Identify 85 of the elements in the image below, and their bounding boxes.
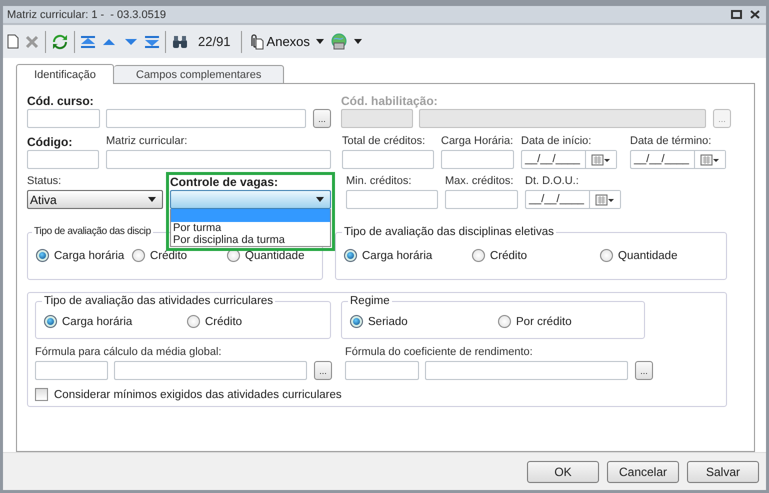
- field-label: Cód. curso:: [27, 94, 95, 109]
- text-field[interactable]: [114, 361, 307, 380]
- dropdown-caret-button[interactable]: [316, 39, 324, 44]
- radio-option[interactable]: Crédito: [187, 315, 330, 328]
- radio-icon[interactable]: [132, 249, 145, 262]
- checkbox[interactable]: [35, 388, 48, 401]
- field-label: Status:: [27, 175, 62, 189]
- text-field[interactable]: [106, 109, 306, 128]
- lookup-button[interactable]: ...: [313, 109, 331, 128]
- previous-record-icon[interactable]: [101, 36, 117, 46]
- field-label: Min. créditos:: [346, 175, 412, 189]
- field-label: Controle de vagas:: [170, 175, 280, 190]
- first-record-icon[interactable]: [81, 36, 95, 48]
- field-label: Data de término:: [630, 135, 712, 149]
- globe-printer-icon[interactable]: [330, 32, 348, 50]
- radio-option[interactable]: Quantidade: [600, 249, 726, 262]
- field-label: Cód. habilitação:: [341, 94, 439, 109]
- field-label: Total de créditos:: [342, 135, 426, 149]
- radio-icon[interactable]: [187, 315, 200, 328]
- close-button[interactable]: [750, 10, 760, 19]
- radio-icon[interactable]: [344, 249, 357, 262]
- text-field[interactable]: [445, 190, 518, 209]
- new-document-icon[interactable]: [7, 34, 19, 49]
- next-record-icon[interactable]: [123, 36, 139, 46]
- radio-option[interactable]: Crédito: [132, 249, 227, 262]
- radio-option[interactable]: Crédito: [472, 249, 600, 262]
- field-label: Carga Horária:: [441, 135, 514, 149]
- field-label: Max. créditos:: [445, 175, 514, 189]
- group-title: Tipo de avaliação das discip: [32, 226, 153, 237]
- tab[interactable]: Campos complementares: [114, 65, 284, 84]
- radio-option[interactable]: Carga horária: [44, 315, 187, 328]
- text-field[interactable]: [342, 150, 434, 169]
- lookup-button[interactable]: ...: [314, 361, 332, 380]
- dropdown-caret-button[interactable]: [354, 39, 362, 44]
- radio-icon[interactable]: [498, 315, 511, 328]
- caret-icon: [316, 197, 324, 202]
- radio-option[interactable]: Carga horária: [344, 249, 472, 262]
- caret-icon: [148, 197, 156, 202]
- lookup-button[interactable]: ...: [635, 361, 653, 380]
- text-field[interactable]: [27, 109, 100, 128]
- field-label: Dt. D.O.U.:: [525, 175, 580, 189]
- radio-option[interactable]: Quantidade: [227, 249, 322, 262]
- dialog-button[interactable]: Salvar: [687, 460, 759, 482]
- text-field[interactable]: [27, 150, 99, 169]
- date-field[interactable]: __/__/____: [521, 150, 617, 169]
- field-label: Código:: [27, 135, 74, 150]
- date-field[interactable]: __/__/____: [525, 190, 621, 209]
- checkbox-option[interactable]: Considerar mínimos exigidos das atividades curriculares: [35, 388, 342, 401]
- radio-icon[interactable]: [44, 315, 57, 328]
- refresh-icon[interactable]: [52, 34, 68, 50]
- dropdown-option[interactable]: Por turma: [171, 222, 330, 234]
- status-select[interactable]: Ativa: [27, 190, 163, 209]
- radio-option[interactable]: Por crédito: [498, 315, 644, 328]
- dropdown-option[interactable]: Por disciplina da turma: [171, 234, 330, 246]
- radio-icon[interactable]: [350, 315, 363, 328]
- field-label: Fórmula para cálculo da média global:: [35, 346, 222, 360]
- dialog-button[interactable]: Cancelar: [607, 460, 679, 482]
- group-title: Regime: [348, 295, 392, 307]
- attachments-button[interactable]: Anexos: [248, 34, 310, 50]
- text-field[interactable]: [346, 190, 438, 209]
- binoculars-icon[interactable]: [172, 34, 188, 48]
- tab[interactable]: Identificação: [16, 64, 114, 84]
- last-record-icon[interactable]: [145, 36, 159, 48]
- dialog-button[interactable]: OK: [527, 460, 599, 482]
- radio-option[interactable]: Carga horária: [36, 249, 132, 262]
- window-title: Matriz curricular: 1 - - 03.3.0519: [7, 8, 167, 20]
- dropdown-field[interactable]: [170, 190, 331, 209]
- field-label: Fórmula do coeficiente de rendimento:: [345, 346, 534, 360]
- text-field[interactable]: [425, 361, 628, 380]
- group-title: Tipo de avaliação das disciplinas eletivas: [342, 226, 556, 238]
- text-field[interactable]: [345, 361, 419, 380]
- date-field[interactable]: __/__/____: [630, 150, 726, 169]
- text-field[interactable]: [441, 150, 514, 169]
- text-field[interactable]: [35, 361, 108, 380]
- field-label: Data de início:: [521, 135, 592, 149]
- record-counter: 22/91: [198, 34, 231, 49]
- radio-option[interactable]: Seriado: [350, 315, 498, 328]
- delete-icon[interactable]: [25, 34, 39, 48]
- maximize-button[interactable]: [731, 10, 742, 19]
- group-title: Tipo de avaliação das atividades curriculares: [42, 295, 276, 307]
- field-label: Matriz curricular:: [106, 135, 188, 149]
- radio-icon[interactable]: [472, 249, 485, 262]
- radio-icon[interactable]: [36, 249, 49, 262]
- text-field[interactable]: [106, 150, 331, 169]
- radio-icon[interactable]: [600, 249, 613, 262]
